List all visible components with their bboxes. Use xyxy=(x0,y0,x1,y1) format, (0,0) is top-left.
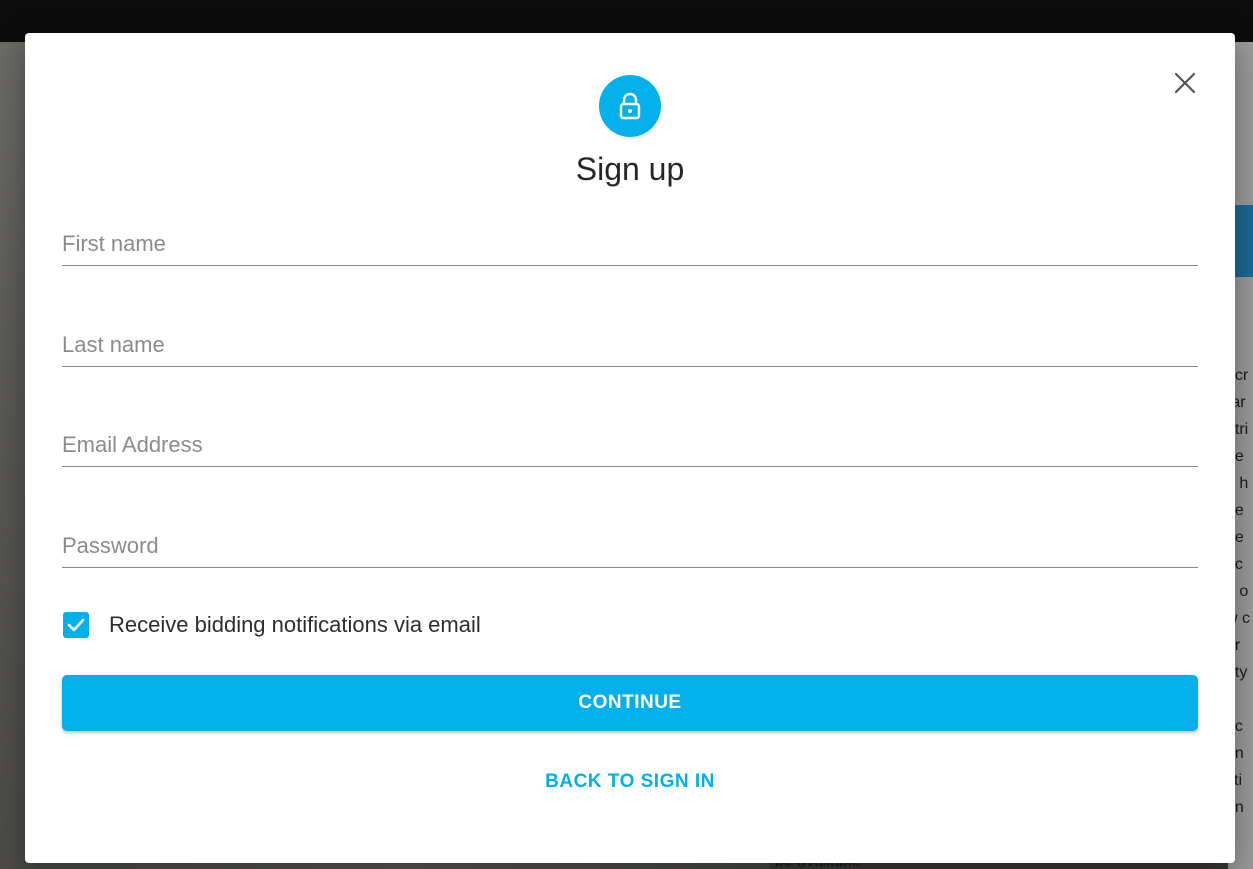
notifications-option: Receive bidding notifications via email xyxy=(63,608,481,642)
email-input[interactable] xyxy=(62,424,1198,467)
notifications-checkbox[interactable] xyxy=(63,612,89,638)
notifications-checkbox-label: Receive bidding notifications via email xyxy=(109,612,481,637)
close-icon xyxy=(1174,72,1196,94)
close-button[interactable] xyxy=(1171,69,1199,97)
continue-button[interactable]: CONTINUE xyxy=(62,675,1198,731)
page-title: Sign up xyxy=(575,151,685,187)
last-name-field-wrapper xyxy=(62,324,1198,368)
password-field-wrapper xyxy=(62,525,1198,569)
last-name-input[interactable] xyxy=(62,324,1198,367)
sign-up-dialog: Sign up Receive bidding notifications vi… xyxy=(25,33,1235,863)
lock-badge xyxy=(599,75,661,137)
email-field-wrapper xyxy=(62,424,1198,468)
first-name-input[interactable] xyxy=(62,223,1198,266)
password-input[interactable] xyxy=(62,525,1198,568)
first-name-field-wrapper xyxy=(62,223,1198,267)
checkmark-icon xyxy=(67,618,85,632)
lock-icon xyxy=(619,92,641,120)
back-to-sign-in-link[interactable]: BACK TO SIGN IN xyxy=(25,771,1235,793)
